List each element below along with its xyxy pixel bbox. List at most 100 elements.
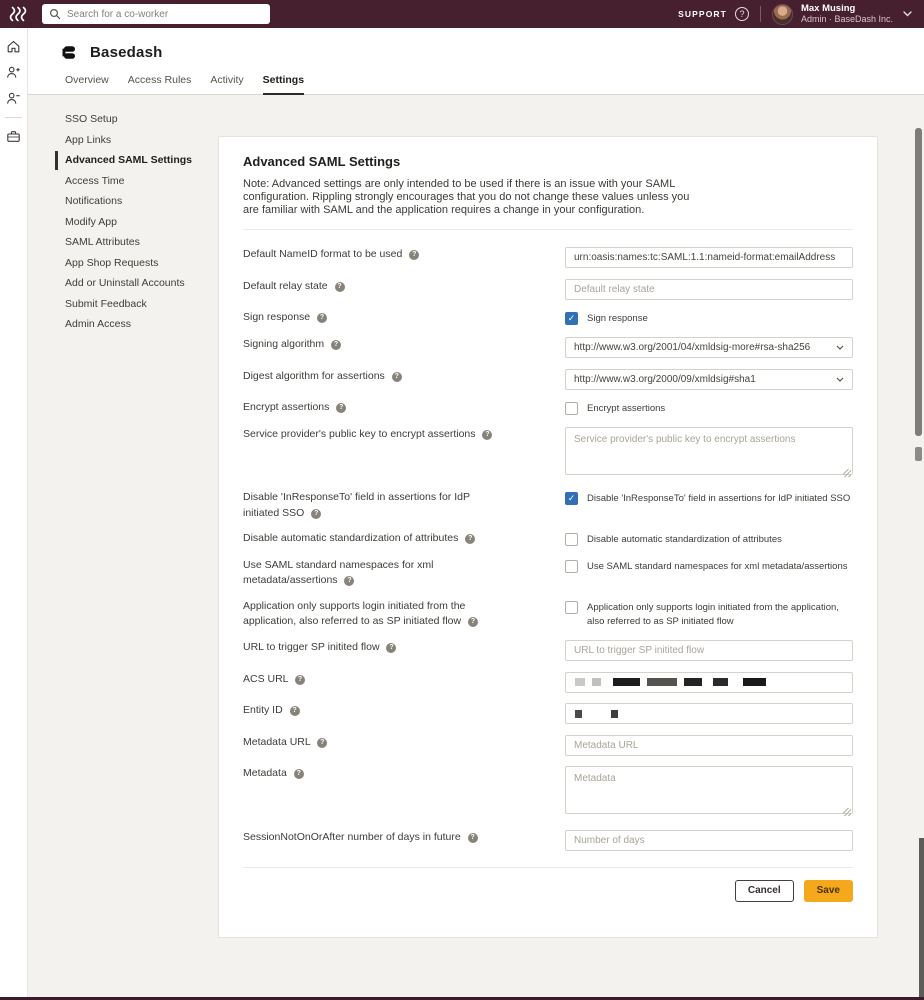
- field-label: Disable 'InResponseTo' field in assertio…: [243, 490, 495, 520]
- help-icon[interactable]: ?: [482, 430, 492, 440]
- sidebar-item-saml-attributes[interactable]: SAML Attributes: [28, 232, 220, 253]
- checkbox-label: Encrypt assertions: [587, 402, 665, 416]
- checkbox[interactable]: [565, 533, 578, 546]
- tab-settings[interactable]: Settings: [263, 74, 304, 95]
- metadata-url-input[interactable]: [565, 735, 853, 756]
- tab-overview[interactable]: Overview: [65, 74, 109, 95]
- chevron-down-icon[interactable]: [903, 11, 912, 17]
- cancel-button[interactable]: Cancel: [735, 880, 794, 902]
- save-button[interactable]: Save: [804, 880, 853, 902]
- field-control: Encrypt assertions: [565, 400, 853, 416]
- use-saml-standard-namespaces-for-xml-met-checkbox-row[interactable]: Use SAML standard namespaces for xml met…: [565, 558, 853, 574]
- sidebar-item-app-links[interactable]: App Links: [28, 130, 220, 151]
- field-control: [565, 427, 853, 480]
- redacted-block: [613, 678, 640, 686]
- field-row-service-provider-s-public-key-to-encrypt: Service provider's public key to encrypt…: [243, 427, 867, 480]
- help-icon[interactable]: ?: [294, 769, 304, 779]
- scrollbar-thumb[interactable]: [915, 447, 922, 461]
- sessionnotonorafter-number-of-days-in-fu-input[interactable]: [565, 830, 853, 851]
- basedash-logo-icon: [62, 45, 77, 60]
- tab-activity[interactable]: Activity: [210, 74, 243, 95]
- checkbox-label: Use SAML standard namespaces for xml met…: [587, 560, 848, 574]
- sidebar-item-admin-access[interactable]: Admin Access: [28, 314, 220, 335]
- field-control: ✓Sign response: [565, 310, 853, 326]
- help-icon[interactable]: ?: [468, 617, 478, 627]
- acs-url-input[interactable]: [565, 672, 853, 693]
- entity-id-input[interactable]: [565, 703, 853, 724]
- help-icon[interactable]: ?: [317, 313, 327, 323]
- help-icon[interactable]: ?: [409, 250, 419, 260]
- redacted-block: [743, 678, 766, 686]
- sidebar-item-advanced-saml-settings[interactable]: Advanced SAML Settings: [28, 150, 220, 171]
- help-icon[interactable]: ?: [465, 534, 475, 544]
- resize-grip-icon[interactable]: [843, 469, 851, 477]
- field-row-metadata-url: Metadata URL ?: [243, 735, 867, 756]
- search-input[interactable]: [67, 9, 263, 20]
- sidebar-item-sso-setup[interactable]: SSO Setup: [28, 109, 220, 130]
- settings-card: Advanced SAML Settings Note: Advanced se…: [218, 136, 878, 938]
- sidebar-item-modify-app[interactable]: Modify App: [28, 212, 220, 233]
- help-icon[interactable]: ?: [317, 738, 327, 748]
- metadata-textarea[interactable]: [565, 766, 853, 814]
- help-icon[interactable]: ?: [331, 340, 341, 350]
- redacted-block: [684, 678, 702, 686]
- help-icon[interactable]: ?: [295, 675, 305, 685]
- default-nameid-format-to-be-used-input[interactable]: [565, 247, 853, 268]
- global-search[interactable]: [42, 4, 270, 24]
- checkbox[interactable]: [565, 560, 578, 573]
- redacted-block: [713, 678, 728, 686]
- tab-access-rules[interactable]: Access Rules: [128, 74, 192, 95]
- support-link[interactable]: SUPPORT: [678, 9, 727, 19]
- signing-algorithm-select[interactable]: http://www.w3.org/2001/04/xmldsig-more#r…: [565, 337, 853, 358]
- sidebar-item-notifications[interactable]: Notifications: [28, 191, 220, 212]
- field-control: ✓Disable 'InResponseTo' field in asserti…: [565, 490, 853, 520]
- help-icon[interactable]: ?: [468, 833, 478, 843]
- briefcase-icon[interactable]: [6, 129, 21, 144]
- sidebar-item-access-time[interactable]: Access Time: [28, 171, 220, 192]
- sidebar-item-app-shop-requests[interactable]: App Shop Requests: [28, 253, 220, 274]
- scrollbar-thumb[interactable]: [919, 838, 924, 997]
- field-control: [565, 640, 853, 661]
- scrollbar-thumb[interactable]: [915, 128, 922, 436]
- help-icon[interactable]: ?: [311, 509, 321, 519]
- help-icon[interactable]: ?: [392, 372, 402, 382]
- help-icon[interactable]: ?: [335, 282, 345, 292]
- default-relay-state-input[interactable]: [565, 279, 853, 300]
- field-label: SessionNotOnOrAfter number of days in fu…: [243, 830, 495, 851]
- tab-bar: Overview Access Rules Activity Settings: [65, 74, 304, 95]
- digest-algorithm-for-assertions-select[interactable]: http://www.w3.org/2000/09/xmldsig#sha1: [565, 369, 853, 390]
- url-to-trigger-sp-initited-flow-input[interactable]: [565, 640, 853, 661]
- disable-inresponseto-field-in-assertions-checkbox-row[interactable]: ✓Disable 'InResponseTo' field in asserti…: [565, 490, 853, 506]
- encrypt-assertions-checkbox-row[interactable]: Encrypt assertions: [565, 400, 853, 416]
- field-label: Entity ID ?: [243, 703, 495, 724]
- checkbox-checked[interactable]: ✓: [565, 492, 578, 505]
- help-icon[interactable]: ?: [386, 643, 396, 653]
- help-icon[interactable]: ?: [336, 403, 346, 413]
- field-label: Metadata ?: [243, 766, 495, 819]
- rippling-logo-icon[interactable]: [9, 6, 29, 22]
- home-icon[interactable]: [6, 39, 21, 54]
- avatar[interactable]: [772, 4, 793, 25]
- service-provider-s-public-key-to-encrypt-textarea[interactable]: [565, 427, 853, 475]
- checkbox[interactable]: [565, 402, 578, 415]
- checkbox-checked[interactable]: ✓: [565, 312, 578, 325]
- divider: [243, 229, 853, 230]
- sign-response-checkbox-row[interactable]: ✓Sign response: [565, 310, 853, 326]
- app-window: SUPPORT ? Max Musing Admin · BaseDash In…: [0, 0, 924, 1000]
- sidebar-item-add-or-uninstall-accounts[interactable]: Add or Uninstall Accounts: [28, 273, 220, 294]
- help-icon[interactable]: ?: [290, 706, 300, 716]
- help-icon[interactable]: ?: [344, 576, 354, 586]
- chevron-down-icon: [836, 342, 844, 353]
- user-menu[interactable]: Max Musing Admin · BaseDash Inc.: [801, 3, 893, 25]
- application-only-supports-login-initiate-checkbox-row[interactable]: Application only supports login initiate…: [565, 599, 853, 630]
- sidebar-item-submit-feedback[interactable]: Submit Feedback: [28, 294, 220, 315]
- field-row-disable-automatic-standardization-of-att: Disable automatic standardization of att…: [243, 531, 867, 547]
- checkbox[interactable]: [565, 601, 578, 614]
- help-circle-icon[interactable]: ?: [735, 7, 749, 21]
- resize-grip-icon[interactable]: [843, 808, 851, 816]
- disable-automatic-standardization-of-att-checkbox-row[interactable]: Disable automatic standardization of att…: [565, 531, 853, 547]
- field-row-use-saml-standard-namespaces-for-xml-met: Use SAML standard namespaces for xml met…: [243, 558, 867, 588]
- field-label: Default relay state ?: [243, 279, 495, 300]
- remove-user-icon[interactable]: [6, 91, 21, 106]
- add-user-icon[interactable]: [6, 65, 21, 80]
